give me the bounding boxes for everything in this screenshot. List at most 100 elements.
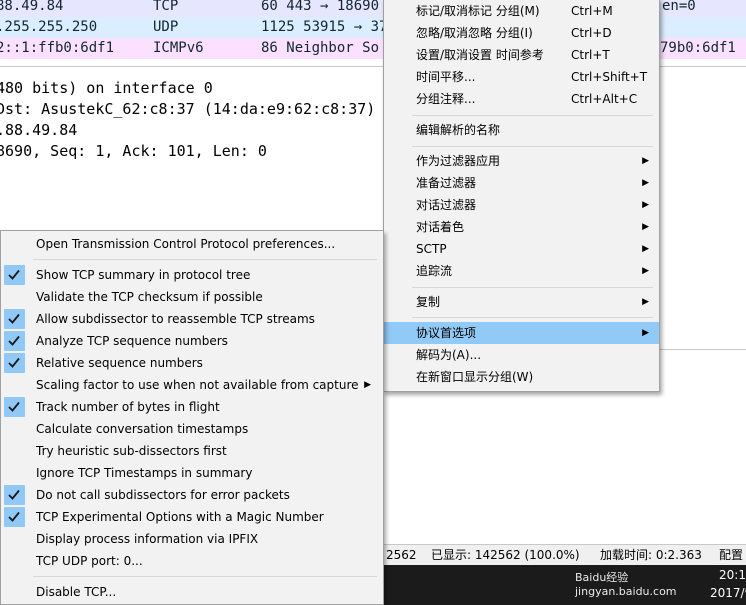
status-profile[interactable]: 配置 [719,545,743,566]
checkmark-icon [4,309,25,329]
menu-item-label: 在新窗口显示分组(W) [416,370,534,384]
pref-scaling-factor[interactable]: Scaling factor to use when not available… [1,374,383,396]
pref-ipfix-process-info[interactable]: Display process information via IPFIX [1,528,383,550]
checkmark-icon [4,507,25,527]
menu-item-packet-comment[interactable]: 分组注释... Ctrl+Alt+C [384,88,659,110]
menu-item-time-shift[interactable]: 时间平移... Ctrl+Shift+T [384,66,659,88]
packet-info: 60 443 → 18690 [261,0,380,14]
pref-label: Calculate conversation timestamps [36,422,249,436]
watermark: Baidu经验 jingyan.baidu.com [575,571,677,598]
pref-label: Validate the TCP checksum if possible [36,290,263,304]
pref-no-subdissectors-on-error[interactable]: Do not call subdissectors for error pack… [1,484,383,506]
menu-item-apply-as-filter[interactable]: 作为过滤器应用 ▶ [384,150,659,172]
submenu-arrow-icon: ▶ [642,222,649,232]
menu-item-edit-resolved-name[interactable]: 编辑解析的名称 [384,119,659,141]
menu-item-shortcut: Ctrl+T [571,48,610,62]
menu-item-shortcut: Ctrl+D [571,26,612,40]
pref-validate-checksum[interactable]: Validate the TCP checksum if possible [1,286,383,308]
pref-disable-tcp[interactable]: Disable TCP... [1,581,383,603]
menu-item-ignore[interactable]: 忽略/取消忽略 分组(I) Ctrl+D [384,22,659,44]
menu-item-label: 编辑解析的名称 [416,123,501,137]
packet-proto: UDP [153,19,179,35]
pref-allow-reassemble[interactable]: Allow subdissector to reassemble TCP str… [1,308,383,330]
menu-item-label: 对话着色 [416,220,465,234]
menu-separator [33,259,377,260]
menu-item-label: 作为过滤器应用 [416,154,501,168]
menu-item-conversation-filter[interactable]: 对话过滤器 ▶ [384,194,659,216]
pref-label: Relative sequence numbers [36,356,203,370]
menu-item-label: 准备过滤器 [416,176,477,190]
status-count: 2562 [386,548,417,562]
packet-context-menu: 标记/取消标记 分组(M) Ctrl+M 忽略/取消忽略 分组(I) Ctrl+… [383,0,660,392]
menu-item-label: 对话过滤器 [416,198,477,212]
pref-label: Track number of bytes in flight [36,400,220,414]
menu-item-label: 协议首选项 [416,326,477,340]
detail-row[interactable]: Dst: AsustekC_62:c8:37 (14:da:e9:62:c8:3… [0,98,375,120]
menu-item-label: 分组注释... [416,92,476,106]
packet-src: .255.255.250 [0,19,98,35]
menu-item-follow-stream[interactable]: 追踪流 ▶ [384,260,659,282]
menu-item-protocol-preferences[interactable]: 协议首选项 ▶ [384,322,659,344]
pref-label: Scaling factor to use when not available… [36,378,359,392]
submenu-arrow-icon: ▶ [642,328,649,338]
packet-proto: TCP [153,0,179,14]
detail-row[interactable]: 8690, Seq: 1, Ack: 101, Len: 0 [0,140,267,162]
checkmark-icon [4,353,25,373]
menu-item-label: 时间平移... [416,70,476,84]
protocol-preferences-submenu: Open Transmission Control Protocol prefe… [0,230,384,605]
menu-separator [33,576,377,577]
detail-row[interactable]: 480 bits) on interface 0 [0,77,213,99]
submenu-arrow-icon: ▶ [642,200,649,210]
pref-conversation-timestamps[interactable]: Calculate conversation timestamps [1,418,383,440]
pref-track-bytes-in-flight[interactable]: Track number of bytes in flight [1,396,383,418]
menu-item-decode-as[interactable]: 解码为(A)... [384,344,659,366]
packet-src: 88.49.84 [0,0,64,14]
packet-src: 2::1:ffb0:6df1 [0,40,115,56]
menu-item-shortcut: Ctrl+M [571,4,613,18]
pref-show-tcp-summary[interactable]: Show TCP summary in protocol tree [1,264,383,286]
pref-analyze-sequence[interactable]: Analyze TCP sequence numbers [1,330,383,352]
menu-item-copy[interactable]: 复制 ▶ [384,291,659,313]
status-bar: 2562 已显示: 142562 (100.0%) 加载时间: 0:2.363 … [383,544,746,566]
menu-item-label: 追踪流 [416,264,453,278]
menu-item-label: 忽略/取消忽略 分组(I) [416,26,533,40]
pref-label: Display process information via IPFIX [36,532,259,546]
checkmark-icon [4,485,25,505]
menu-separator [412,146,653,147]
submenu-arrow-icon: ▶ [642,156,649,166]
checkmark-icon [4,265,25,285]
pref-ignore-timestamps[interactable]: Ignore TCP Timestamps in summary [1,462,383,484]
packet-info: 1125 53915 → 370 [261,19,396,35]
pref-label: Do not call subdissectors for error pack… [36,488,290,502]
pref-open-tcp-preferences[interactable]: Open Transmission Control Protocol prefe… [1,233,383,255]
packet-tail: en=0 [662,0,696,14]
menu-item-label: 设置/取消设置 时间参考 [416,48,544,62]
menu-item-label: 解码为(A)... [416,348,482,362]
status-displayed: 已显示: 142562 (100.0%) [431,548,580,562]
pref-label: Show TCP summary in protocol tree [36,268,251,282]
menu-item-prepare-filter[interactable]: 准备过滤器 ▶ [384,172,659,194]
menu-item-sctp[interactable]: SCTP ▶ [384,238,659,260]
pref-heuristic-first[interactable]: Try heuristic sub-dissectors first [1,440,383,462]
submenu-arrow-icon: ▶ [642,266,649,276]
menu-item-label: 复制 [416,295,441,309]
pref-label: Analyze TCP sequence numbers [36,334,228,348]
detail-row[interactable]: .88.49.84 [0,119,77,141]
pref-label: Try heuristic sub-dissectors first [36,444,227,458]
status-load-time: 加载时间: 0:2.363 [600,548,702,562]
menu-item-show-in-new-window[interactable]: 在新窗口显示分组(W) [384,366,659,388]
pref-relative-sequence[interactable]: Relative sequence numbers [1,352,383,374]
pref-experimental-options[interactable]: TCP Experimental Options with a Magic Nu… [1,506,383,528]
pref-label: TCP Experimental Options with a Magic Nu… [36,510,324,524]
menu-item-time-reference[interactable]: 设置/取消设置 时间参考 Ctrl+T [384,44,659,66]
pref-label: Disable TCP... [36,585,117,599]
menu-item-colorize-conversation[interactable]: 对话着色 ▶ [384,216,659,238]
menu-item-mark[interactable]: 标记/取消标记 分组(M) Ctrl+M [384,0,659,22]
packet-proto: ICMPv6 [153,40,204,56]
checkmark-icon [4,331,25,351]
menu-separator [412,317,653,318]
pref-label: Allow subdissector to reassemble TCP str… [36,312,315,326]
pref-tcp-udp-port[interactable]: TCP UDP port: 0... [1,550,383,572]
checkmark-icon [4,397,25,417]
submenu-arrow-icon: ▶ [642,297,649,307]
